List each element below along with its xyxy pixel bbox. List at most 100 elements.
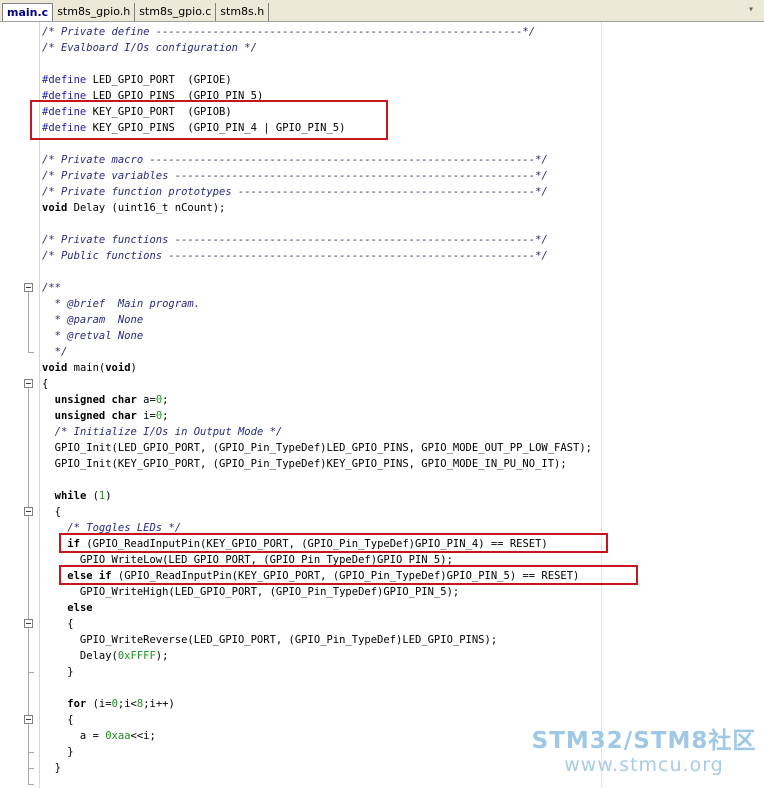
- code-token: (: [86, 490, 99, 502]
- code-line: {: [42, 376, 48, 392]
- code-line: else if (GPIO_ReadInputPin(KEY_GPIO_PORT…: [42, 568, 579, 584]
- code-token: */: [42, 346, 68, 358]
- code-token: ): [105, 490, 112, 502]
- code-token: #define: [42, 90, 87, 102]
- code-line: {: [42, 504, 61, 520]
- code-token: ;i++): [143, 698, 175, 710]
- code-token: <<i;: [130, 730, 156, 742]
- code-token: for: [67, 698, 87, 710]
- code-token: GPIO_WriteLow(LED_GPIO_PORT, (GPIO_Pin_T…: [42, 554, 453, 566]
- code-line: void Delay (uint16_t nCount);: [42, 200, 225, 216]
- code-line: * @retval None: [42, 328, 144, 344]
- code-token: );: [155, 650, 169, 662]
- code-token: 0xFFFF: [117, 650, 156, 662]
- code-token: void: [42, 202, 68, 214]
- code-token: * @param None: [42, 314, 144, 326]
- fold-guide-line: [28, 292, 29, 352]
- code-line: Delay(0xFFFF);: [42, 648, 169, 664]
- code-token: while: [54, 490, 87, 502]
- code-token: }: [42, 666, 74, 678]
- code-token: LED_GPIO_PINS (GPIO_PIN_5): [86, 90, 264, 102]
- code-token: ;: [162, 394, 169, 406]
- code-line: if (GPIO_ReadInputPin(KEY_GPIO_PORT, (GP…: [42, 536, 548, 552]
- code-line: * @brief Main program.: [42, 296, 200, 312]
- code-token: KEY_GPIO_PINS (GPIO_PIN_4 | GPIO_PIN_5): [86, 122, 346, 134]
- code-token: if: [67, 538, 80, 550]
- tab-stm8s-h[interactable]: stm8s.h: [216, 3, 270, 21]
- code-line: /* Toggles LEDs */: [42, 520, 181, 536]
- code-token: }: [42, 762, 61, 774]
- code-token: (GPIO_ReadInputPin(KEY_GPIO_PORT, (GPIO_…: [111, 570, 580, 582]
- code-line: /* Initialize I/Os in Output Mode */: [42, 424, 283, 440]
- code-token: #define: [42, 74, 87, 86]
- code-line: void main(void): [42, 360, 137, 376]
- tab-stm8s-gpio-c[interactable]: stm8s_gpio.c: [135, 3, 217, 21]
- code-line: }: [42, 744, 74, 760]
- code-line: /* Private macro -----------------------…: [42, 152, 548, 168]
- code-token: GPIO_WriteHigh(LED_GPIO_PORT, (GPIO_Pin_…: [42, 586, 460, 598]
- file-tab-bar: main.c stm8s_gpio.h stm8s_gpio.c stm8s.h ▾: [0, 0, 764, 22]
- code-token: GPIO_WriteReverse(LED_GPIO_PORT, (GPIO_P…: [42, 634, 498, 646]
- code-line: /* Private function prototypes ---------…: [42, 184, 548, 200]
- code-line: GPIO_Init(LED_GPIO_PORT, (GPIO_Pin_TypeD…: [42, 440, 592, 456]
- code-token: /* Private variables -------------------…: [42, 170, 548, 182]
- code-line: /* Public functions --------------------…: [42, 248, 548, 264]
- tab-main-c[interactable]: main.c: [2, 3, 54, 21]
- code-area[interactable]: } } a = 0xaa<<i; { for (i=0;i<8;i++) } D…: [30, 22, 762, 788]
- code-line: #define LED_GPIO_PORT (GPIOE): [42, 72, 232, 88]
- code-line: #define LED_GPIO_PINS (GPIO_PIN_5): [42, 88, 263, 104]
- code-token: LED_GPIO_PORT (GPIOE): [86, 74, 232, 86]
- fold-collapse-icon[interactable]: [24, 619, 33, 628]
- code-line: /* Private functions -------------------…: [42, 232, 548, 248]
- fold-collapse-icon[interactable]: [24, 715, 33, 724]
- code-token: unsigned char: [54, 410, 137, 422]
- tab-list-icon[interactable]: ▾: [748, 5, 758, 15]
- code-token: else if: [67, 570, 112, 582]
- code-token: /* Private macro -----------------------…: [42, 154, 548, 166]
- code-line: while (1): [42, 488, 112, 504]
- code-line: for (i=0;i<8;i++): [42, 696, 175, 712]
- code-editor[interactable]: } } a = 0xaa<<i; { for (i=0;i<8;i++) } D…: [0, 22, 764, 788]
- code-token: /* Private functions -------------------…: [42, 234, 548, 246]
- code-token: (i=: [86, 698, 112, 710]
- code-token: #define: [42, 122, 87, 134]
- code-line: GPIO_WriteReverse(LED_GPIO_PORT, (GPIO_P…: [42, 632, 497, 648]
- code-token: 0xaa: [105, 730, 131, 742]
- code-token: {: [42, 714, 74, 726]
- code-line: /**: [42, 280, 61, 296]
- code-token: #define: [42, 106, 87, 118]
- code-token: Delay (uint16_t nCount);: [67, 202, 226, 214]
- fold-collapse-icon[interactable]: [24, 283, 33, 292]
- code-line: #define KEY_GPIO_PORT (GPIOB): [42, 104, 232, 120]
- fold-end-tick: [28, 768, 34, 769]
- code-token: }: [42, 746, 74, 758]
- code-line: /* Private variables -------------------…: [42, 168, 548, 184]
- fold-end-tick: [28, 784, 34, 785]
- code-token: unsigned char: [54, 394, 137, 406]
- code-line: #define KEY_GPIO_PINS (GPIO_PIN_4 | GPIO…: [42, 120, 345, 136]
- code-line: {: [42, 712, 74, 728]
- tab-stm8s-gpio-h[interactable]: stm8s_gpio.h: [53, 3, 136, 21]
- fold-collapse-icon[interactable]: [24, 379, 33, 388]
- code-token: GPIO_Init(LED_GPIO_PORT, (GPIO_Pin_TypeD…: [42, 442, 592, 454]
- fold-collapse-icon[interactable]: [24, 507, 33, 516]
- code-token: ;i<: [117, 698, 137, 710]
- code-line: {: [42, 616, 73, 632]
- code-token: {: [42, 506, 61, 518]
- code-line: unsigned char a=0;: [42, 392, 169, 408]
- code-token: (GPIO_ReadInputPin(KEY_GPIO_PORT, (GPIO_…: [79, 538, 548, 550]
- code-token: void: [105, 362, 131, 374]
- code-token: Delay(: [42, 650, 118, 662]
- code-line: }: [42, 760, 61, 776]
- fold-end-tick: [28, 672, 34, 673]
- fold-end-tick: [28, 752, 34, 753]
- code-token: a =: [42, 730, 106, 742]
